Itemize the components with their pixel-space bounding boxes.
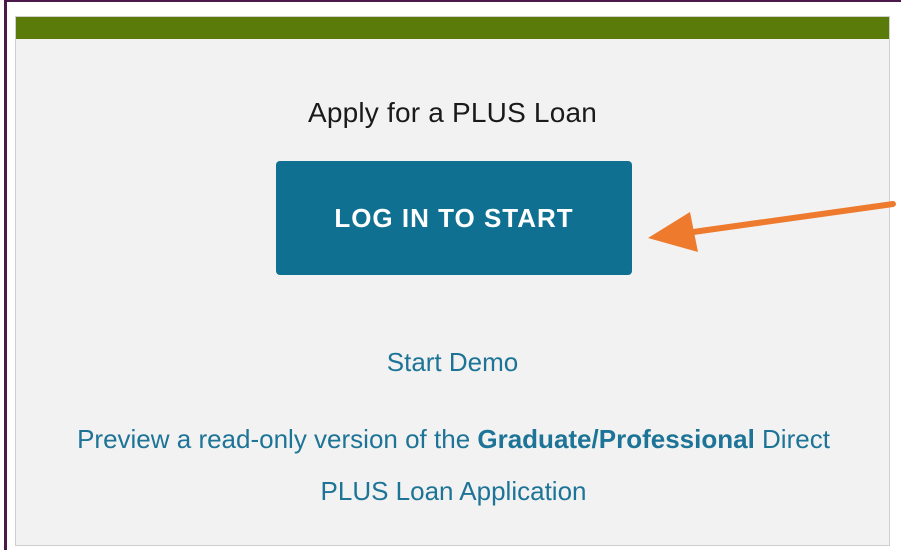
- preview-text-emphasis: Graduate/Professional: [477, 424, 755, 454]
- log-in-to-start-button[interactable]: LOG IN TO START: [276, 161, 632, 275]
- preview-text-prefix: Preview a read-only version of the: [77, 424, 478, 454]
- panel-top-bar: [16, 17, 889, 39]
- orange-arrow-icon: [648, 201, 896, 252]
- start-demo-link[interactable]: Start Demo: [16, 347, 889, 378]
- panel-heading: Apply for a PLUS Loan: [307, 97, 598, 128]
- screenshot-frame: Apply for a PLUS Loan LOG IN TO START St…: [0, 0, 901, 550]
- apply-panel: Apply for a PLUS Loan LOG IN TO START St…: [15, 16, 890, 546]
- preview-application-link[interactable]: Preview a read-only version of the Gradu…: [46, 413, 861, 517]
